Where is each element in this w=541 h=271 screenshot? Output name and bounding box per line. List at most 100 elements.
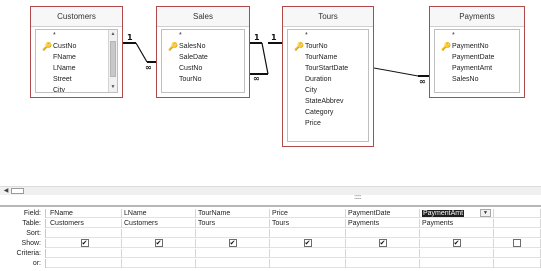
field-item[interactable]: FName <box>36 52 108 63</box>
field-item[interactable]: CustNo <box>162 63 244 74</box>
grid-cell-show[interactable]: ✔ <box>196 239 270 248</box>
show-checkbox[interactable]: ✔ <box>303 239 312 247</box>
grid-cell-criteria[interactable] <box>494 249 541 258</box>
field-list-title[interactable]: Customers <box>31 7 122 27</box>
grid-cell-sort[interactable] <box>122 229 196 238</box>
field-item[interactable]: TourName <box>288 52 368 63</box>
field-item[interactable]: Category <box>288 107 368 118</box>
grid-cell-table[interactable] <box>494 219 541 228</box>
grid-cell-or[interactable] <box>48 259 122 268</box>
grid-cell-criteria[interactable] <box>420 249 494 258</box>
field-item[interactable]: * <box>288 30 368 41</box>
show-checkbox[interactable]: ✔ <box>228 239 237 247</box>
field-item[interactable]: Price <box>288 118 368 129</box>
field-item[interactable]: TourNo <box>162 74 244 85</box>
field-item[interactable]: * <box>36 30 108 41</box>
grid-cell-sort[interactable] <box>494 229 541 238</box>
grid-cell-sort[interactable] <box>420 229 494 238</box>
field-item[interactable]: City <box>36 85 108 92</box>
show-checkbox[interactable]: ✔ <box>80 239 89 247</box>
field-item[interactable]: Street <box>36 74 108 85</box>
field-item[interactable]: * <box>162 30 244 41</box>
grid-cell-field[interactable]: FName <box>48 209 122 218</box>
grid-row-or: or: <box>0 259 541 268</box>
scroll-down-icon[interactable]: ▼ <box>109 83 117 92</box>
grid-cell-field[interactable]: LName <box>122 209 196 218</box>
scroll-up-icon[interactable]: ▲ <box>109 30 117 39</box>
horizontal-scrollbar[interactable]: ◀ <box>0 186 541 195</box>
field-item[interactable]: SalesNo <box>435 74 519 85</box>
grid-cell-table[interactable]: Customers <box>122 219 196 228</box>
grid-cell-or[interactable] <box>196 259 270 268</box>
grid-cell-field[interactable]: TourName <box>196 209 270 218</box>
grid-cell-criteria[interactable] <box>196 249 270 258</box>
grid-cell-table[interactable]: Customers <box>48 219 122 228</box>
grid-cell-or[interactable] <box>346 259 420 268</box>
grid-cell-criteria[interactable] <box>122 249 196 258</box>
scroll-thumb[interactable] <box>11 188 24 194</box>
field-item[interactable]: 🔑 CustNo <box>36 41 108 52</box>
field-item[interactable]: TourStartDate <box>288 63 368 74</box>
grid-cell-criteria[interactable] <box>346 249 420 258</box>
relationship-line[interactable] <box>373 67 419 77</box>
grid-cell-show[interactable]: ✔ <box>420 239 494 248</box>
show-checkbox[interactable] <box>513 239 521 247</box>
field-item[interactable]: 🔑 PaymentNo <box>435 41 519 52</box>
grid-cell-show[interactable]: ✔ <box>346 239 420 248</box>
grid-cell-field[interactable]: PaymentDate <box>346 209 420 218</box>
field-item[interactable]: LName <box>36 63 108 74</box>
scroll-left-icon[interactable]: ◀ <box>2 187 10 195</box>
grid-cell-table[interactable]: Tours <box>270 219 346 228</box>
grid-cell-show[interactable]: ✔ <box>122 239 196 248</box>
grid-cell-criteria[interactable] <box>270 249 346 258</box>
field-item[interactable]: 🔑 TourNo <box>288 41 368 52</box>
field-item[interactable]: SaleDate <box>162 52 244 63</box>
show-checkbox[interactable]: ✔ <box>154 239 163 247</box>
show-checkbox[interactable]: ✔ <box>378 239 387 247</box>
grid-cell-show[interactable]: ✔ <box>270 239 346 248</box>
pane-splitter[interactable]: :::::::::: <box>0 195 541 207</box>
grid-cell-or[interactable] <box>122 259 196 268</box>
scroll-thumb[interactable] <box>110 41 116 77</box>
grid-cell-or[interactable] <box>420 259 494 268</box>
field-list-title[interactable]: Payments <box>430 7 524 27</box>
grid-cell-sort[interactable] <box>270 229 346 238</box>
field-item[interactable]: PaymentAmt <box>435 63 519 74</box>
field-label: CustNo <box>179 65 203 72</box>
grid-cell-table[interactable]: Payments <box>420 219 494 228</box>
field-item[interactable]: City <box>288 85 368 96</box>
field-item[interactable]: 🔑 SalesNo <box>162 41 244 52</box>
grid-cell-show[interactable] <box>494 239 541 248</box>
grid-row-table: Table: Customers Customers Tours Tours Paymen… <box>0 219 541 228</box>
grid-cell-show[interactable]: ✔ <box>48 239 122 248</box>
grid-cell-field[interactable] <box>494 209 541 218</box>
field-list-sales[interactable]: Sales * 🔑 SalesNo SaleDate CustNo TourNo <box>156 6 250 98</box>
field-dropdown-icon[interactable]: ▼ <box>480 209 491 217</box>
grid-cell-or[interactable] <box>270 259 346 268</box>
field-item[interactable]: Duration <box>288 74 368 85</box>
grid-cell-table[interactable]: Tours <box>196 219 270 228</box>
field-list-tours[interactable]: Tours * 🔑 TourNo TourName TourStartDate Durati… <box>282 6 374 147</box>
splitter-grip[interactable]: :::::::::: <box>354 195 362 201</box>
field-label: * <box>53 32 56 39</box>
grid-cell-or[interactable] <box>494 259 541 268</box>
grid-cell-sort[interactable] <box>346 229 420 238</box>
grid-cell-criteria[interactable] <box>48 249 122 258</box>
grid-row-label: Criteria: <box>0 249 46 258</box>
relationship-line[interactable] <box>135 42 148 63</box>
relationship-line[interactable] <box>261 42 269 75</box>
field-list-scrollbar[interactable]: ▲ ▼ <box>108 30 117 92</box>
field-item[interactable]: * <box>435 30 519 41</box>
grid-cell-table[interactable]: Payments <box>346 219 420 228</box>
grid-cell-sort[interactable] <box>196 229 270 238</box>
field-item[interactable]: StateAbbrev <box>288 96 368 107</box>
grid-cell-field[interactable]: PaymentAmt ▼ <box>420 209 494 218</box>
field-list-payments[interactable]: Payments * 🔑 PaymentNo PaymentDate PaymentAmt… <box>429 6 525 98</box>
field-item[interactable]: PaymentDate <box>435 52 519 63</box>
grid-cell-sort[interactable] <box>48 229 122 238</box>
show-checkbox[interactable]: ✔ <box>452 239 461 247</box>
grid-cell-field[interactable]: Price <box>270 209 346 218</box>
field-list-customers[interactable]: Customers * 🔑 CustNo FName LName Street City ▲ ▼ <box>30 6 123 98</box>
field-list-title[interactable]: Tours <box>283 7 373 27</box>
field-list-title[interactable]: Sales <box>157 7 249 27</box>
